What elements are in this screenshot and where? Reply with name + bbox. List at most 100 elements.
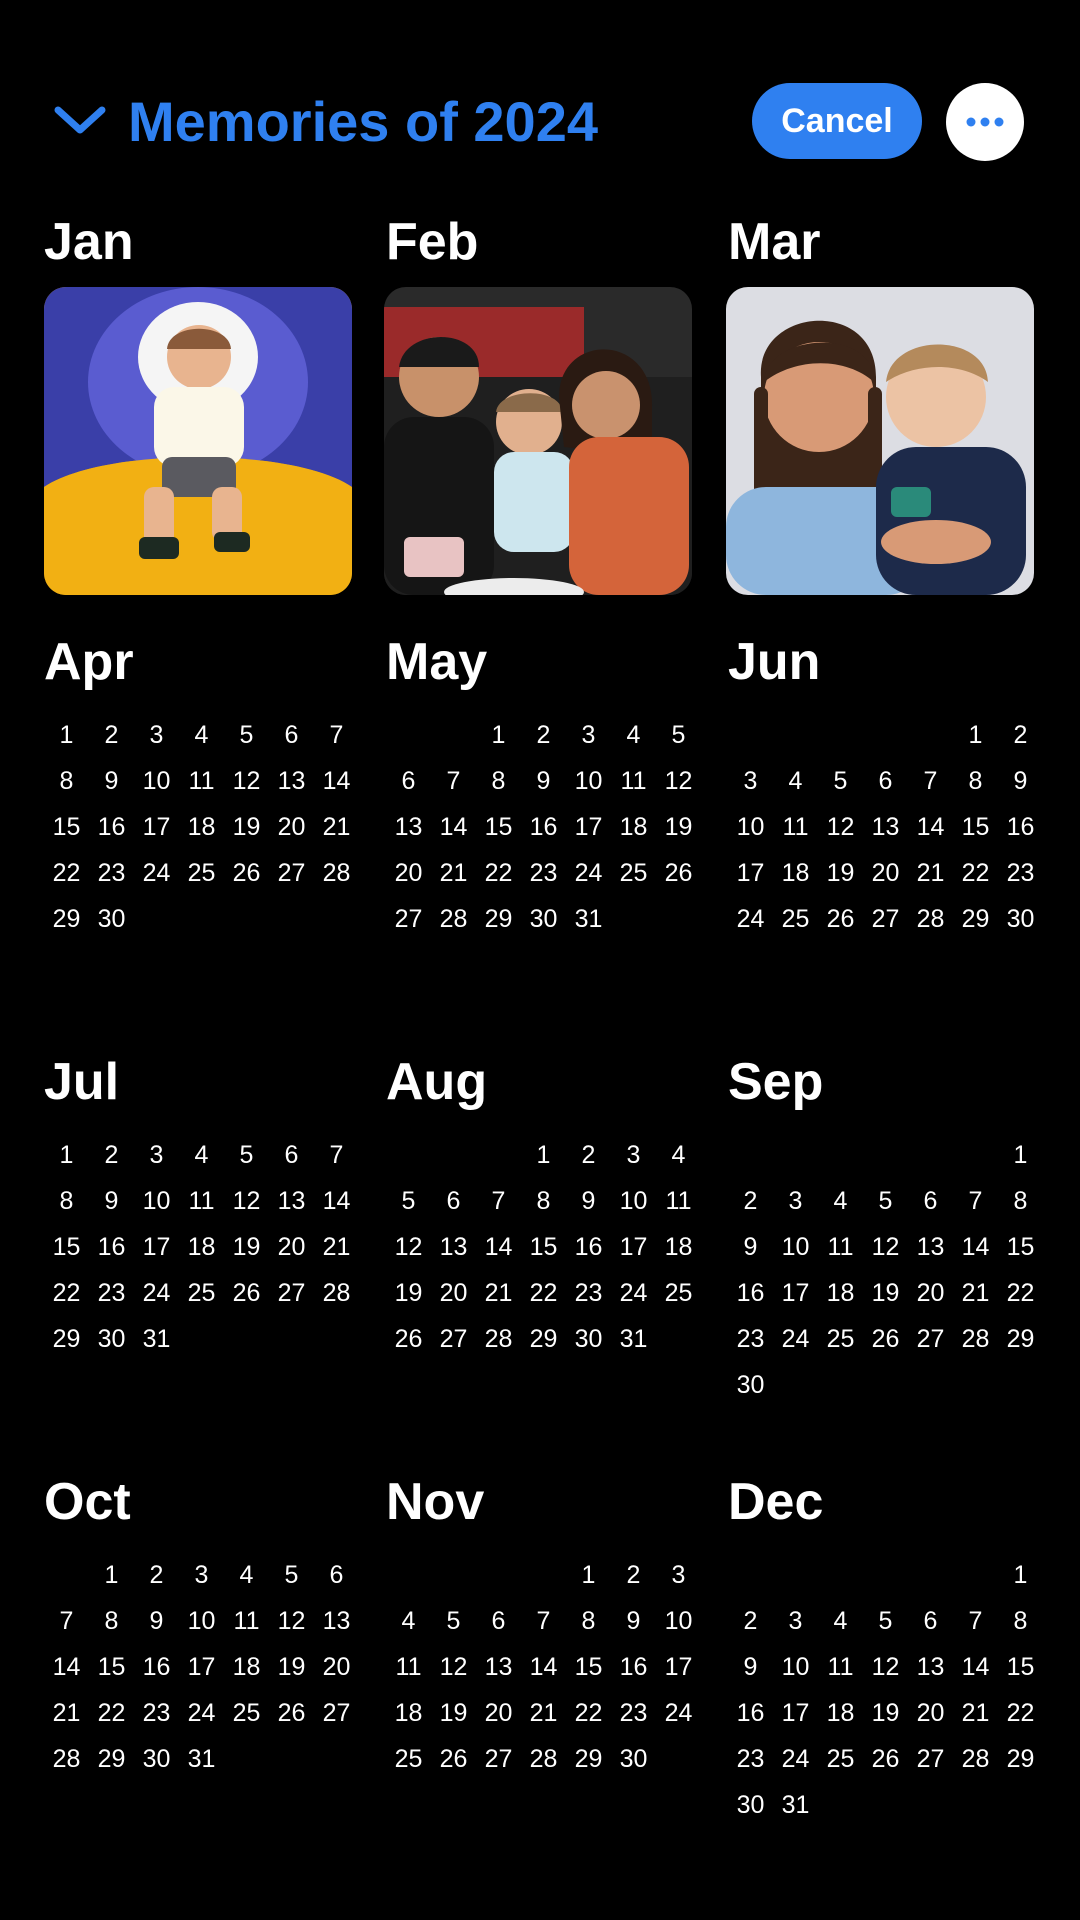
- calendar-day[interactable]: 5: [656, 712, 701, 758]
- calendar-day[interactable]: 27: [476, 1736, 521, 1782]
- calendar-day[interactable]: 27: [269, 1270, 314, 1316]
- calendar-day[interactable]: 13: [908, 1644, 953, 1690]
- calendar-day[interactable]: 12: [818, 804, 863, 850]
- calendar-day[interactable]: 8: [476, 758, 521, 804]
- calendar-day[interactable]: 16: [134, 1644, 179, 1690]
- calendar-day[interactable]: 26: [818, 896, 863, 942]
- calendar-day[interactable]: 6: [863, 758, 908, 804]
- calendar-day[interactable]: 20: [908, 1270, 953, 1316]
- calendar-day[interactable]: 22: [953, 850, 998, 896]
- calendar-day[interactable]: 8: [953, 758, 998, 804]
- calendar-day[interactable]: 28: [953, 1316, 998, 1362]
- calendar-day[interactable]: 25: [386, 1736, 431, 1782]
- calendar-day[interactable]: 20: [386, 850, 431, 896]
- calendar-day[interactable]: 22: [476, 850, 521, 896]
- calendar-day[interactable]: 29: [89, 1736, 134, 1782]
- calendar-day[interactable]: 5: [431, 1598, 476, 1644]
- calendar-day[interactable]: 23: [89, 1270, 134, 1316]
- calendar-day[interactable]: 29: [44, 896, 89, 942]
- calendar-day[interactable]: 21: [908, 850, 953, 896]
- calendar-day[interactable]: 27: [908, 1736, 953, 1782]
- calendar-day[interactable]: 24: [728, 896, 773, 942]
- calendar-day[interactable]: 8: [521, 1178, 566, 1224]
- calendar-day[interactable]: 8: [44, 1178, 89, 1224]
- calendar-day[interactable]: 3: [179, 1552, 224, 1598]
- calendar-day[interactable]: 4: [224, 1552, 269, 1598]
- calendar-day[interactable]: 19: [386, 1270, 431, 1316]
- calendar-day[interactable]: 30: [611, 1736, 656, 1782]
- calendar-day[interactable]: 27: [386, 896, 431, 942]
- calendar-day[interactable]: 15: [953, 804, 998, 850]
- calendar-day[interactable]: 28: [314, 850, 359, 896]
- calendar-day[interactable]: 22: [998, 1270, 1043, 1316]
- calendar-day[interactable]: 26: [863, 1316, 908, 1362]
- calendar-day[interactable]: 31: [611, 1316, 656, 1362]
- calendar-day[interactable]: 13: [269, 758, 314, 804]
- calendar-day[interactable]: 12: [224, 758, 269, 804]
- calendar-day[interactable]: 21: [953, 1690, 998, 1736]
- calendar-day[interactable]: 6: [386, 758, 431, 804]
- calendar-day[interactable]: 19: [863, 1270, 908, 1316]
- calendar-day[interactable]: 8: [998, 1178, 1043, 1224]
- calendar-day[interactable]: 15: [998, 1224, 1043, 1270]
- calendar-day[interactable]: 15: [566, 1644, 611, 1690]
- calendar-day[interactable]: 27: [863, 896, 908, 942]
- calendar-day[interactable]: 27: [431, 1316, 476, 1362]
- calendar-day[interactable]: 1: [953, 712, 998, 758]
- month-may[interactable]: May 1 2 3 4 5 6 7 8 9 10 11 12 13 14 15 16 17 18 19 20 21 22 2…: [386, 632, 698, 933]
- calendar-day[interactable]: 23: [728, 1736, 773, 1782]
- calendar-day[interactable]: 7: [521, 1598, 566, 1644]
- calendar-day[interactable]: 19: [224, 804, 269, 850]
- calendar-day[interactable]: 18: [386, 1690, 431, 1736]
- calendar-day[interactable]: 17: [566, 804, 611, 850]
- calendar-day[interactable]: 17: [773, 1690, 818, 1736]
- calendar-day[interactable]: 11: [773, 804, 818, 850]
- calendar-day[interactable]: 4: [179, 1132, 224, 1178]
- calendar-day[interactable]: 9: [89, 1178, 134, 1224]
- calendar-day[interactable]: 30: [89, 896, 134, 942]
- calendar-day[interactable]: 30: [728, 1782, 773, 1828]
- calendar-day[interactable]: 16: [998, 804, 1043, 850]
- calendar-day[interactable]: 7: [953, 1178, 998, 1224]
- calendar-day[interactable]: 6: [269, 712, 314, 758]
- calendar-day[interactable]: 18: [656, 1224, 701, 1270]
- calendar-day[interactable]: 8: [89, 1598, 134, 1644]
- calendar-day[interactable]: 5: [224, 1132, 269, 1178]
- calendar-day[interactable]: 2: [89, 712, 134, 758]
- calendar-day[interactable]: 11: [179, 758, 224, 804]
- calendar-day[interactable]: 4: [818, 1178, 863, 1224]
- calendar-day[interactable]: 24: [773, 1316, 818, 1362]
- calendar-day[interactable]: 24: [611, 1270, 656, 1316]
- calendar-day[interactable]: 13: [476, 1644, 521, 1690]
- calendar-day[interactable]: 30: [728, 1362, 773, 1408]
- calendar-day[interactable]: 6: [431, 1178, 476, 1224]
- calendar-day[interactable]: 7: [314, 712, 359, 758]
- more-options-button[interactable]: [946, 83, 1024, 161]
- calendar-day[interactable]: 18: [179, 804, 224, 850]
- calendar-day[interactable]: 19: [863, 1690, 908, 1736]
- calendar-day[interactable]: 18: [611, 804, 656, 850]
- calendar-day[interactable]: 13: [269, 1178, 314, 1224]
- calendar-day[interactable]: 12: [386, 1224, 431, 1270]
- calendar-day[interactable]: 12: [269, 1598, 314, 1644]
- calendar-day[interactable]: 19: [224, 1224, 269, 1270]
- memory-photo-feb[interactable]: [384, 287, 692, 595]
- calendar-day[interactable]: 10: [179, 1598, 224, 1644]
- calendar-day[interactable]: 5: [269, 1552, 314, 1598]
- calendar-day[interactable]: 12: [863, 1644, 908, 1690]
- calendar-day[interactable]: 27: [314, 1690, 359, 1736]
- calendar-day[interactable]: 25: [179, 1270, 224, 1316]
- calendar-day[interactable]: 29: [953, 896, 998, 942]
- calendar-day[interactable]: 19: [656, 804, 701, 850]
- calendar-day[interactable]: 26: [224, 850, 269, 896]
- calendar-day[interactable]: 21: [44, 1690, 89, 1736]
- calendar-day[interactable]: 29: [521, 1316, 566, 1362]
- calendar-day[interactable]: 29: [44, 1316, 89, 1362]
- calendar-day[interactable]: 20: [269, 804, 314, 850]
- calendar-day[interactable]: 6: [314, 1552, 359, 1598]
- calendar-day[interactable]: 24: [134, 1270, 179, 1316]
- calendar-day[interactable]: 9: [998, 758, 1043, 804]
- calendar-day[interactable]: 17: [728, 850, 773, 896]
- calendar-day[interactable]: 10: [773, 1224, 818, 1270]
- calendar-day[interactable]: 24: [656, 1690, 701, 1736]
